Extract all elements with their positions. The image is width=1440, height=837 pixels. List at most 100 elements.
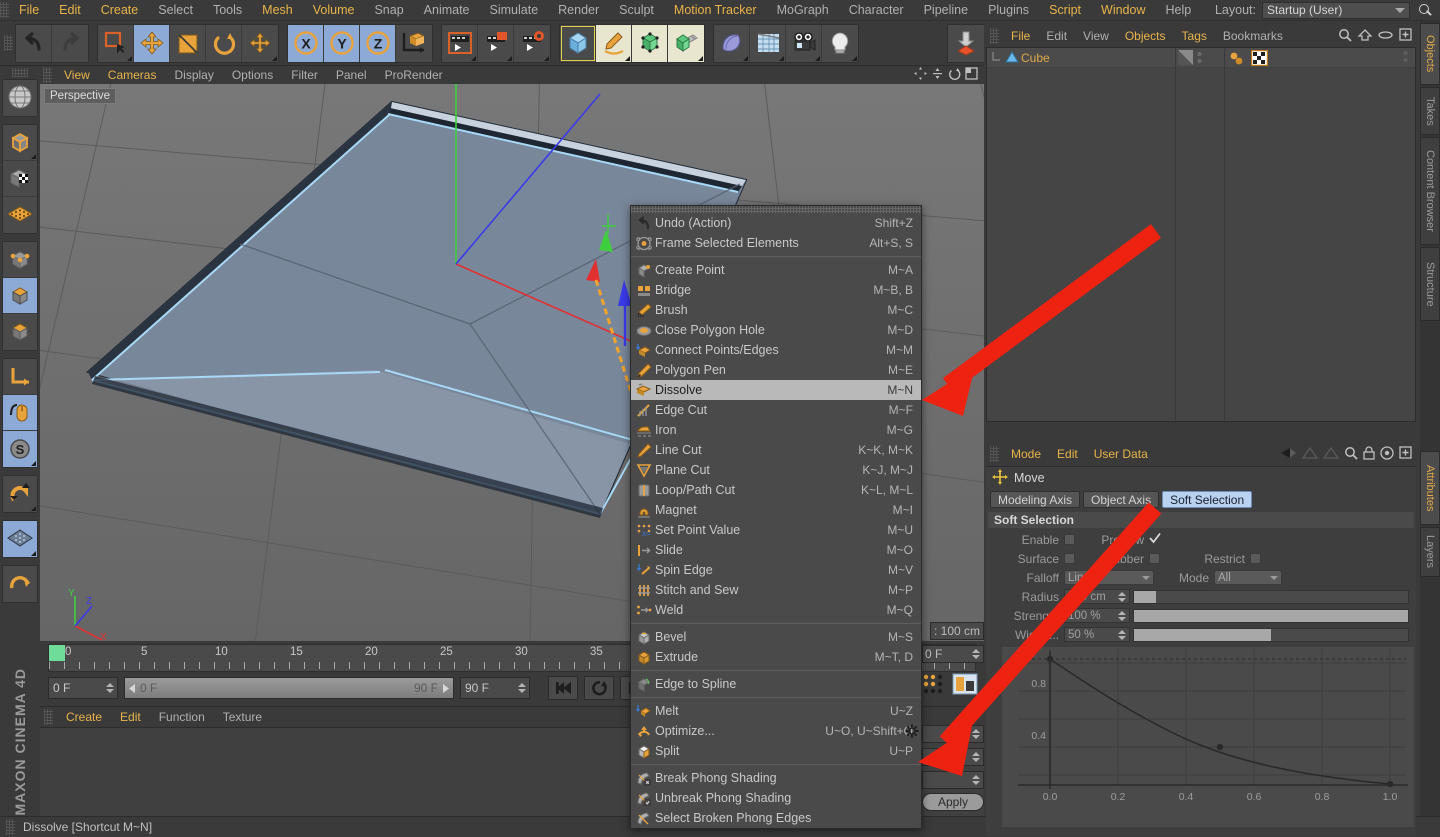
menu-item-dissolve[interactable]: Dissolve M~N — [631, 380, 921, 400]
tab-modeling-axis[interactable]: Modeling Axis — [990, 491, 1081, 508]
sidebar-item-content-browser[interactable]: Content Browser — [1420, 137, 1440, 245]
move-axis-button[interactable] — [242, 24, 278, 62]
model-mode-button[interactable] — [3, 125, 37, 161]
menu-edit[interactable]: Edit — [49, 0, 91, 21]
material-menu-function[interactable]: Function — [150, 707, 214, 727]
leftbar-gripper[interactable] — [12, 68, 28, 77]
viewport-scale-field[interactable]: : 100 cm — [930, 622, 984, 640]
end-frame-field[interactable]: 90 F — [460, 677, 530, 699]
layout-dropdown[interactable]: Startup (User) — [1262, 1, 1410, 19]
search-icon[interactable] — [1338, 28, 1352, 45]
falloff-curve-graph[interactable]: 0.8 0.4 0.0 0.2 0.4 0.6 0.8 1.0 — [1002, 647, 1414, 827]
tab-object-axis[interactable]: Object Axis — [1083, 491, 1160, 508]
current-frame-field[interactable]: 0 F — [48, 677, 118, 699]
menu-item-connect-points-edges[interactable]: Connect Points/Edges M~M — [631, 340, 921, 360]
pan-view-icon[interactable] — [914, 67, 927, 83]
menu-item-magnet[interactable]: Magnet M~I — [631, 500, 921, 520]
move-tool-button[interactable] — [134, 24, 170, 62]
axis-modify-button[interactable] — [3, 359, 37, 395]
sidebar-item-takes[interactable]: Takes — [1420, 87, 1440, 135]
mesh-context-menu[interactable]: Undo (Action) Shift+Z Frame Selected Ele… — [630, 205, 922, 829]
menu-item-polygon-pen[interactable]: Polygon Pen M~E — [631, 360, 921, 380]
search-icon[interactable] — [1344, 446, 1358, 463]
gear-icon[interactable] — [905, 724, 919, 741]
menu-select[interactable]: Select — [148, 0, 203, 21]
menu-item-brush[interactable]: Brush M~C — [631, 300, 921, 320]
attribute-menu-mode[interactable]: Mode — [1003, 444, 1049, 464]
attribute-menu-edit[interactable]: Edit — [1049, 444, 1086, 464]
end-frame-spinner[interactable] — [518, 683, 526, 693]
phong-tag-icon[interactable] — [1229, 51, 1245, 69]
new-layout-icon[interactable] — [1399, 28, 1412, 44]
menu-plugins[interactable]: Plugins — [978, 0, 1039, 21]
uv-globe-button[interactable] — [3, 80, 37, 116]
menu-pipeline[interactable]: Pipeline — [914, 0, 978, 21]
menu-item-close-polygon-hole[interactable]: Close Polygon Hole M~D — [631, 320, 921, 340]
edges-mode-button[interactable] — [3, 278, 37, 314]
sidebar-item-structure[interactable]: Structure — [1420, 247, 1440, 321]
display-tag-icon[interactable] — [1178, 50, 1193, 68]
menu-item-bevel[interactable]: Bevel M~S — [631, 627, 921, 647]
undo-button[interactable] — [16, 24, 52, 62]
menu-motion-tracker[interactable]: Motion Tracker — [664, 0, 767, 21]
object-menu-objects[interactable]: Objects — [1117, 26, 1174, 46]
hidden-field-1[interactable] — [922, 725, 984, 743]
zoom-view-icon[interactable] — [931, 67, 944, 83]
texture-tag-icon[interactable] — [1250, 49, 1269, 69]
object-menu-bookmarks[interactable]: Bookmarks — [1215, 26, 1291, 46]
texture-mode-button[interactable] — [3, 161, 37, 197]
sidebar-item-layers[interactable]: Layers — [1420, 527, 1440, 577]
strength-field[interactable]: 100 % — [1064, 608, 1130, 623]
menu-volume[interactable]: Volume — [303, 0, 365, 21]
workplane-lock-button[interactable] — [3, 521, 37, 557]
object-menu-view[interactable]: View — [1075, 26, 1117, 46]
object-menu-tags[interactable]: Tags — [1174, 26, 1215, 46]
menu-item-plane-cut[interactable]: Plane Cut K~J, M~J — [631, 460, 921, 480]
menu-item-set-point-value[interactable]: x= Set Point Value M~U — [631, 520, 921, 540]
search-icon[interactable] — [1416, 2, 1434, 19]
menu-item-slide[interactable]: Slide M~O — [631, 540, 921, 560]
apply-button[interactable]: Apply — [922, 793, 984, 811]
viewport-menu-filter[interactable]: Filter — [282, 66, 327, 84]
back-navigation-icon[interactable] — [1280, 447, 1297, 462]
menu-window[interactable]: Window — [1091, 0, 1155, 21]
menu-item-bridge[interactable]: Bridge M~B, B — [631, 280, 921, 300]
preview-thumbnail-icon[interactable] — [952, 673, 978, 695]
enable-checkbox[interactable] — [1064, 534, 1075, 545]
menu-item-create-point[interactable]: Create Point M~A — [631, 260, 921, 280]
menu-mograph[interactable]: MoGraph — [767, 0, 839, 21]
menu-simulate[interactable]: Simulate — [480, 0, 549, 21]
material-menu-edit[interactable]: Edit — [111, 707, 150, 727]
menu-mesh[interactable]: Mesh — [252, 0, 303, 21]
menu-item-edge-to-spline[interactable]: Edge to Spline — [631, 674, 921, 694]
menu-sculpt[interactable]: Sculpt — [609, 0, 664, 21]
redo-button[interactable] — [52, 24, 88, 62]
content-download-button[interactable] — [948, 24, 984, 62]
render-settings-button[interactable] — [514, 24, 550, 62]
live-selection-button[interactable] — [98, 24, 134, 62]
menu-item-select-broken-phong-edges[interactable]: Select Broken Phong Edges — [631, 808, 921, 828]
viewport-menu-cameras[interactable]: Cameras — [99, 66, 166, 84]
menu-item-line-cut[interactable]: Line Cut K~K, M~K — [631, 440, 921, 460]
hidden-field-3[interactable] — [922, 771, 984, 789]
menu-item-stitch-and-sew[interactable]: Stitch and Sew M~P — [631, 580, 921, 600]
menu-help[interactable]: Help — [1155, 0, 1201, 21]
target-icon[interactable] — [1380, 445, 1394, 463]
viewport-menubar-gripper[interactable] — [43, 67, 52, 83]
viewport-menu-panel[interactable]: Panel — [327, 66, 376, 84]
hidden-field-2[interactable] — [922, 748, 984, 766]
timeline-current-frame-marker[interactable] — [49, 645, 65, 661]
polygons-mode-button[interactable] — [3, 314, 37, 350]
preview-checkbox[interactable] — [1149, 532, 1161, 547]
context-menu-gripper[interactable] — [631, 206, 921, 213]
radius-spinner[interactable] — [1118, 591, 1126, 602]
menu-tools[interactable]: Tools — [203, 0, 252, 21]
restrict-checkbox[interactable] — [1250, 553, 1261, 564]
x-axis-button[interactable]: X — [288, 24, 324, 62]
go-to-start-button[interactable] — [548, 676, 578, 700]
render-region-button[interactable] — [478, 24, 514, 62]
mode-dropdown[interactable]: All — [1214, 570, 1282, 585]
strength-spinner[interactable] — [1118, 610, 1126, 621]
viewport-menu-view[interactable]: View — [55, 66, 99, 84]
menu-item-optimize[interactable]: Optimize... U~O, U~Shift+O — [631, 721, 921, 741]
